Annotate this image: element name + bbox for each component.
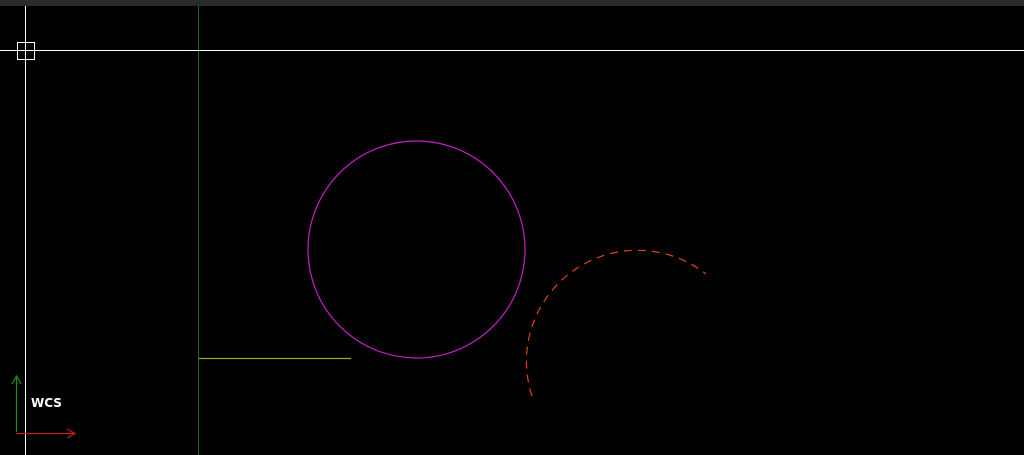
- magenta-circle[interactable]: [307, 140, 526, 359]
- ucs-label: WCS: [31, 396, 62, 410]
- crosshair-pickbox-icon: [0, 6, 1024, 455]
- drawing-svg[interactable]: [0, 6, 1024, 455]
- orange-dashed-arc[interactable]: [525, 249, 707, 397]
- drawing-canvas[interactable]: WCS: [0, 6, 1024, 455]
